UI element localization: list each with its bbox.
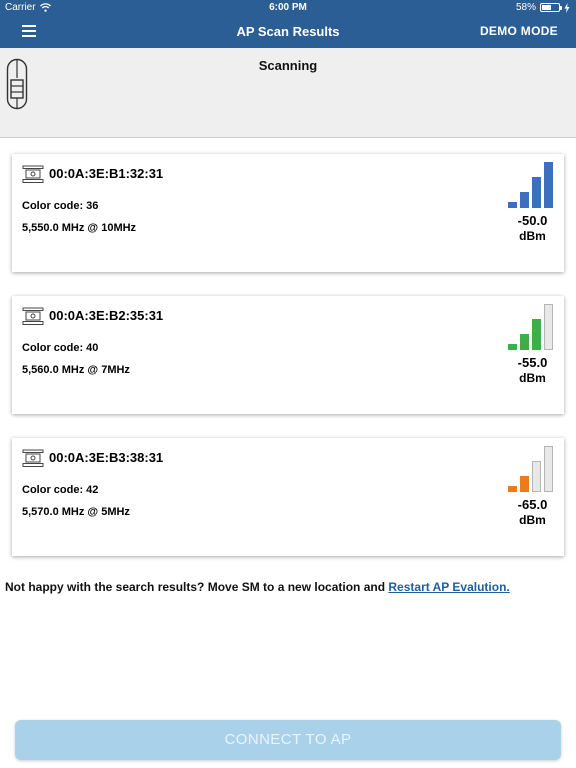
signal-bar — [508, 344, 517, 350]
signal-dbm-value: -50.0 — [517, 213, 548, 228]
signal-bar — [532, 319, 541, 350]
signal-bar — [520, 192, 529, 208]
ap-mac-address: 00:0A:3E:B2:35:31 — [49, 308, 164, 323]
ap-frequency: 5,570.0 MHz @ 5MHz — [22, 506, 130, 518]
connect-to-ap-button[interactable]: CONNECT TO AP — [15, 720, 561, 760]
battery-fill — [542, 5, 552, 10]
signal-strength-icon — [508, 162, 556, 208]
nav-bar: AP Scan Results DEMO MODE — [0, 16, 576, 48]
ap-color-code: Color code: 40 — [22, 342, 99, 354]
app-header: Carrier 6:00 PM 58% AP Scan Results DEMO… — [0, 0, 576, 48]
signal-strength-icon — [508, 304, 556, 350]
charging-icon — [564, 2, 570, 13]
signal-bar — [508, 486, 517, 492]
signal-dbm-unit: dBm — [519, 229, 546, 243]
signal-dbm-unit: dBm — [519, 513, 546, 527]
footer-note: Not happy with the search results? Move … — [5, 580, 510, 594]
signal-strength-icon — [508, 446, 556, 492]
access-point-icon — [22, 449, 44, 467]
ap-result-card[interactable]: 00:0A:3E:B3:38:31 Color code: 42 5,570.0… — [12, 438, 564, 556]
access-point-icon — [22, 307, 44, 325]
ap-color-code: Color code: 36 — [22, 200, 99, 212]
ap-result-card[interactable]: 00:0A:3E:B1:32:31 Color code: 36 5,550.0… — [12, 154, 564, 272]
ap-mac-address: 00:0A:3E:B1:32:31 — [49, 166, 164, 181]
ap-frequency: 5,560.0 MHz @ 7MHz — [22, 364, 130, 376]
battery-tip — [560, 6, 562, 10]
battery-icon — [540, 3, 562, 12]
signal-bar — [520, 334, 529, 350]
status-time: 6:00 PM — [269, 2, 307, 13]
signal-dbm-value: -65.0 — [517, 497, 548, 512]
demo-mode-button[interactable]: DEMO MODE — [480, 24, 558, 38]
ap-mac-address: 00:0A:3E:B3:38:31 — [49, 450, 164, 465]
ap-color-code: Color code: 42 — [22, 484, 99, 496]
restart-ap-evaluation-link[interactable]: Restart AP Evalution. — [388, 580, 509, 594]
signal-bar — [532, 177, 541, 208]
signal-bar — [532, 461, 541, 492]
footer-message: Not happy with the search results? Move … — [5, 580, 389, 594]
ap-result-card[interactable]: 00:0A:3E:B2:35:31 Color code: 40 5,560.0… — [12, 296, 564, 414]
scan-status: Scanning — [258, 58, 318, 73]
status-right: 58% — [516, 2, 570, 13]
signal-bar — [544, 162, 553, 208]
signal-dbm-unit: dBm — [519, 371, 546, 385]
signal-bar — [544, 446, 553, 492]
signal-bar — [508, 202, 517, 208]
ap-frequency: 5,550.0 MHz @ 10MHz — [22, 222, 137, 234]
battery-percent: 58% — [515, 2, 536, 13]
signal-dbm-value: -55.0 — [517, 355, 548, 370]
signal-bar — [544, 304, 553, 350]
access-point-icon — [22, 165, 44, 183]
status-bar: Carrier 6:00 PM 58% — [0, 0, 576, 16]
scan-panel: Scanning — [0, 48, 576, 138]
signal-bar — [520, 476, 529, 492]
